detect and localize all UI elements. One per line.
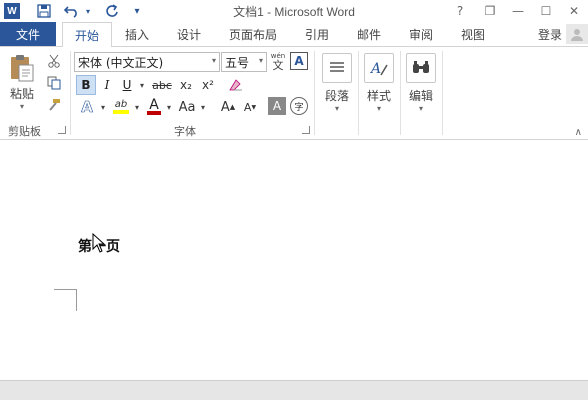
tab-file[interactable]: 文件 [0, 22, 56, 46]
collapse-ribbon-icon[interactable]: ∧ [575, 127, 582, 138]
text-effects-button[interactable]: A [76, 97, 98, 117]
subscript-button[interactable]: x₂ [176, 75, 196, 95]
svg-text:A: A [369, 61, 381, 77]
clipboard-group-label: 剪贴板 [8, 125, 41, 138]
styles-icon: A [364, 53, 394, 83]
undo-icon[interactable] [62, 2, 82, 20]
chevron-down-icon: ▾ [418, 104, 423, 113]
font-name-value: 宋体 (中文正文) [78, 55, 164, 70]
paste-label: 粘贴 [9, 87, 34, 101]
font-size-select[interactable]: 五号 ▾ [221, 52, 267, 72]
clipboard-launcher-icon[interactable] [58, 126, 66, 134]
group-divider [314, 51, 315, 135]
sign-in-link[interactable]: 登录 [538, 22, 562, 46]
customize-qat-icon[interactable]: ▾ [130, 2, 144, 20]
char-shading-button[interactable]: A [268, 97, 286, 115]
italic-button[interactable]: I [98, 75, 116, 95]
chevron-down-icon: ▾ [376, 104, 381, 113]
document-canvas[interactable]: 第一页 [0, 140, 588, 400]
tab-review[interactable]: 审阅 [398, 22, 444, 46]
clipboard-icon [11, 55, 34, 82]
tab-page-layout[interactable]: 页面布局 [220, 22, 286, 46]
word-logo-icon[interactable]: W [4, 3, 20, 19]
maximize-icon[interactable]: ☐ [532, 1, 560, 21]
tab-mailings[interactable]: 邮件 [346, 22, 392, 46]
clear-formatting-icon[interactable] [226, 75, 246, 95]
styles-button[interactable]: A 样式 ▾ [362, 53, 396, 113]
paste-button[interactable]: 粘贴 ▾ [6, 53, 38, 111]
editing-label: 编辑 [408, 89, 433, 103]
group-divider [70, 51, 71, 135]
group-divider [442, 51, 443, 135]
help-icon[interactable]: ? [446, 1, 474, 21]
avatar[interactable] [566, 24, 588, 44]
chevron-down-icon: ▾ [334, 104, 339, 113]
tab-design[interactable]: 设计 [166, 22, 212, 46]
chevron-down-icon: ▾ [211, 56, 216, 65]
enclose-characters-button[interactable]: 字 [290, 97, 308, 115]
highlight-dropdown-icon[interactable]: ▾ [132, 97, 142, 117]
group-divider [358, 51, 359, 135]
font-name-select[interactable]: 宋体 (中文正文) ▾ [74, 52, 220, 72]
editing-button[interactable]: 编辑 ▾ [404, 53, 438, 113]
tab-home[interactable]: 开始 [62, 22, 112, 47]
font-color-button[interactable]: A [144, 97, 164, 117]
paragraph-icon [322, 53, 352, 83]
styles-label: 样式 [366, 89, 391, 103]
grow-font-button[interactable]: A ▲ [218, 97, 238, 117]
save-icon[interactable] [34, 2, 54, 20]
phonetic-guide-icon[interactable]: wén 文 [268, 51, 288, 71]
cut-icon[interactable] [44, 51, 64, 71]
strikethrough-button[interactable]: abc [150, 75, 174, 95]
bold-button[interactable]: B [76, 75, 96, 95]
underline-button[interactable]: U [118, 75, 136, 95]
minimize-icon[interactable]: — [504, 1, 532, 21]
change-case-dropdown-icon[interactable]: ▾ [198, 97, 208, 117]
font-size-value: 五号 [225, 55, 250, 70]
title-bar: W ▾ ▾ 文档1 - Microsoft Word ? ❐ — ☐ ✕ [0, 0, 588, 22]
font-color-dropdown-icon[interactable]: ▾ [164, 97, 174, 117]
char-border-button[interactable]: A [290, 52, 308, 70]
tab-insert[interactable]: 插入 [114, 22, 160, 46]
ribbon-tabs: 文件 开始 插入 设计 页面布局 引用 邮件 审阅 视图 登录 [0, 22, 588, 47]
shrink-font-button[interactable]: A ▼ [240, 97, 260, 117]
font-group-label: 字体 [174, 125, 196, 138]
undo-dropdown-icon[interactable]: ▾ [82, 2, 94, 20]
binoculars-icon [406, 53, 436, 83]
redo-icon[interactable] [102, 2, 122, 20]
copy-icon[interactable] [44, 73, 64, 93]
paragraph-label: 段落 [324, 89, 349, 103]
margin-corner-mark [54, 289, 77, 311]
chevron-down-icon: ▾ [19, 102, 24, 111]
format-painter-icon[interactable] [44, 95, 64, 115]
tab-view[interactable]: 视图 [450, 22, 496, 46]
highlight-button[interactable]: ab [110, 97, 132, 117]
tab-references[interactable]: 引用 [294, 22, 340, 46]
font-launcher-icon[interactable] [302, 126, 310, 134]
superscript-button[interactable]: x² [198, 75, 218, 95]
chevron-down-icon: ▾ [258, 56, 263, 65]
paragraph-button[interactable]: 段落 ▾ [320, 53, 354, 113]
group-divider [400, 51, 401, 135]
underline-dropdown-icon[interactable]: ▾ [137, 75, 147, 95]
mouse-cursor-icon [92, 233, 106, 253]
text-effects-dropdown-icon[interactable]: ▾ [98, 97, 108, 117]
close-icon[interactable]: ✕ [560, 1, 588, 21]
ribbon-home: 粘贴 ▾ 剪贴板 宋体 (中文正文) ▾ 五号 ▾ wén 文 A B I U ▾… [0, 46, 588, 140]
page-gap [0, 380, 588, 400]
ribbon-display-icon[interactable]: ❐ [476, 1, 504, 21]
change-case-button[interactable]: Aa [176, 97, 198, 117]
